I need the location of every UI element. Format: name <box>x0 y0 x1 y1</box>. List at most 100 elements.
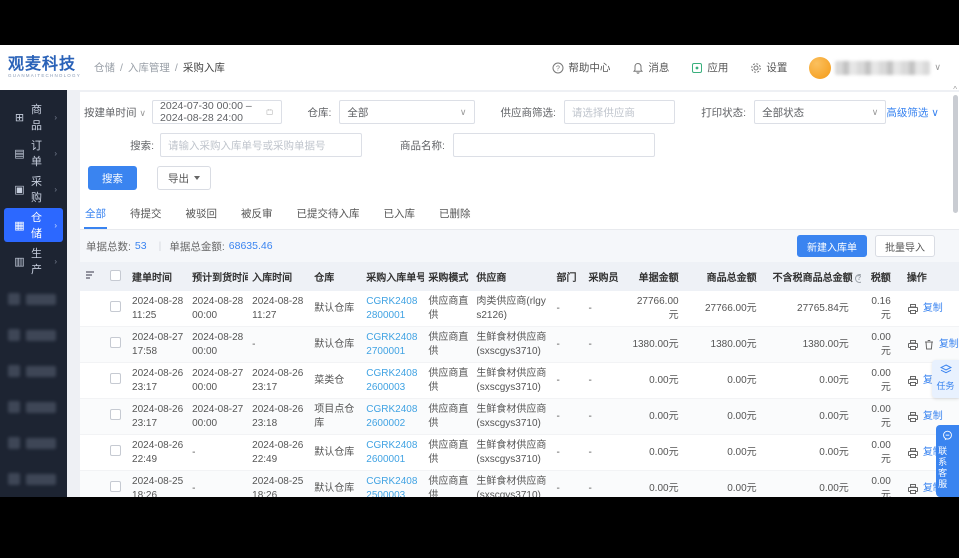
cell-建单时间: 2024-08-28 11:25 <box>128 291 188 327</box>
cell-税额: 0.00元 <box>861 327 903 363</box>
copy-link[interactable]: 复制 <box>923 410 943 424</box>
print-status-select[interactable]: 全部状态∨ <box>754 100 886 124</box>
table-row: 2024-08-27 17:582024-08-28 00:00-默认仓库CGR… <box>80 327 959 363</box>
breadcrumb-inbound-mgmt[interactable]: 入库管理 <box>128 60 170 75</box>
customer-service-label: 联系客服 <box>936 446 948 490</box>
breadcrumb-warehouse[interactable]: 仓储 <box>94 60 115 75</box>
chevron-down-icon: ∨ <box>934 62 941 73</box>
product-name-input[interactable] <box>453 133 655 157</box>
avatar <box>809 57 831 79</box>
help-center-button[interactable]: ? 帮助中心 <box>552 60 610 75</box>
product-name-label: 商品名称: <box>400 138 445 153</box>
print-icon[interactable] <box>907 303 919 315</box>
row-checkbox[interactable] <box>110 373 121 384</box>
sidebar-item-redacted[interactable] <box>8 356 59 386</box>
search-button[interactable]: 搜索 <box>88 166 137 190</box>
copy-link[interactable]: 复制 <box>939 338 959 352</box>
sidebar-item-redacted[interactable] <box>8 428 59 458</box>
row-checkbox[interactable] <box>110 445 121 456</box>
cell-仓库: 项目点仓库 <box>310 399 362 435</box>
cell-仓库: 默认仓库 <box>310 327 362 363</box>
customer-service-fab[interactable]: 联系客服 <box>936 425 959 497</box>
tab-已提交待入库[interactable]: 已提交待入库 <box>296 202 361 229</box>
new-inbound-button[interactable]: 新建入库单 <box>797 235 867 257</box>
chevron-down-icon: ∨ <box>872 107 879 118</box>
sidebar-item-仓储[interactable]: ▦仓储› <box>4 208 63 242</box>
order-number-link[interactable]: CGRK24082700001 <box>362 327 424 363</box>
apps-button[interactable]: 应用 <box>691 60 728 75</box>
cell-采购模式: 供应商直供 <box>424 291 472 327</box>
order-number-link[interactable]: CGRK24082600003 <box>362 363 424 399</box>
col-header-单据金额: 单据金额 <box>627 262 691 291</box>
select-all-checkbox[interactable] <box>110 270 121 281</box>
order-number-link[interactable]: CGRK24082800001 <box>362 291 424 327</box>
cell-预计到货时间: 2024-08-27 00:00 <box>188 363 248 399</box>
breadcrumb-purchase-inbound: 采购入库 <box>183 60 225 75</box>
cell-部门: - <box>552 399 584 435</box>
print-icon[interactable] <box>907 339 919 351</box>
sidebar-item-订单[interactable]: ▤订单› <box>4 136 63 170</box>
row-checkbox[interactable] <box>110 301 121 312</box>
sidebar-item-redacted[interactable] <box>8 320 59 350</box>
cell-供应商: 生鲜食材供应商(sxscgys3710) <box>472 399 552 435</box>
chevron-right-icon: › <box>54 185 57 194</box>
print-status-label: 打印状态: <box>701 105 746 120</box>
row-checkbox[interactable] <box>110 481 121 492</box>
sidebar-item-采购[interactable]: ▣采购› <box>4 172 63 206</box>
tab-被驳回[interactable]: 被驳回 <box>185 202 219 229</box>
column-settings-icon[interactable] <box>84 269 96 281</box>
breadcrumb: 仓储/ 入库管理/ 采购入库 <box>94 60 225 75</box>
search-input[interactable]: 请输入采购入库单号或采购单据号 <box>160 133 362 157</box>
tab-被反审[interactable]: 被反审 <box>240 202 274 229</box>
warehouse-select[interactable]: 全部∨ <box>339 100 474 124</box>
batch-import-button[interactable]: 批量导入 <box>875 235 935 257</box>
print-icon[interactable] <box>907 447 919 459</box>
status-tabs: 全部待提交被驳回被反审已提交待入库已入库已删除 <box>80 196 959 230</box>
header-actions: ? 帮助中心 消息 应用 设置 ∨ <box>552 57 959 79</box>
cell-部门: - <box>552 291 584 327</box>
tab-已删除[interactable]: 已删除 <box>438 202 472 229</box>
col-header-建单时间: 建单时间 <box>128 262 188 291</box>
user-menu[interactable]: ∨ <box>809 57 941 79</box>
cell-供应商: 生鲜食材供应商(sxscgys3710) <box>472 327 552 363</box>
calendar-icon <box>266 106 273 118</box>
messages-button[interactable]: 消息 <box>632 60 669 75</box>
cell-商品总金额: 0.00元 <box>691 471 769 498</box>
cell-税额: 0.16元 <box>861 291 903 327</box>
info-icon[interactable]: ? <box>855 274 861 283</box>
sidebar-item-生产[interactable]: ▥生产› <box>4 244 63 278</box>
tab-待提交[interactable]: 待提交 <box>129 202 163 229</box>
order-number-link[interactable]: CGRK24082600001 <box>362 435 424 471</box>
sidebar-item-redacted[interactable] <box>8 392 59 422</box>
print-icon[interactable] <box>907 375 919 387</box>
cell-采购员: - <box>584 327 626 363</box>
copy-link[interactable]: 复制 <box>923 302 943 316</box>
sidebar-item-redacted[interactable] <box>8 464 59 494</box>
cell-入库时间: 2024-08-25 18:26 <box>248 471 310 498</box>
print-icon[interactable] <box>907 483 919 495</box>
date-range-input[interactable]: 2024-07-30 00:00 – 2024-08-28 24:00 <box>152 100 281 124</box>
scroll-up-caret[interactable]: ^ <box>953 85 957 94</box>
settings-button[interactable]: 设置 <box>750 60 787 75</box>
task-fab[interactable]: 任务 <box>932 360 959 398</box>
sidebar-item-redacted[interactable] <box>8 284 59 314</box>
supplier-filter-input[interactable]: 请选择供应商 <box>564 100 675 124</box>
summary-bar: 单据总数: 53 | 单据总金额: 68635.46 新建入库单 批量导入 <box>80 230 959 262</box>
vertical-scrollbar[interactable] <box>953 95 958 213</box>
col-header-部门: 部门 <box>552 262 584 291</box>
cell-供应商: 生鲜食材供应商(sxscgys3710) <box>472 435 552 471</box>
export-button[interactable]: 导出 <box>157 166 211 190</box>
warehouse-label: 仓库: <box>308 105 332 120</box>
print-icon[interactable] <box>907 411 919 423</box>
cell-供应商: 肉类供应商(rlgys2126) <box>472 291 552 327</box>
tab-全部[interactable]: 全部 <box>84 202 107 229</box>
row-checkbox[interactable] <box>110 409 121 420</box>
tab-已入库[interactable]: 已入库 <box>383 202 417 229</box>
row-checkbox[interactable] <box>110 337 121 348</box>
sidebar-item-商品[interactable]: ⊞商品› <box>4 100 63 134</box>
delete-icon[interactable] <box>923 339 935 351</box>
order-number-link[interactable]: CGRK24082500003 <box>362 471 424 498</box>
order-number-link[interactable]: CGRK24082600002 <box>362 399 424 435</box>
advanced-filter-link[interactable]: 高级筛选 ∨ <box>886 105 949 120</box>
date-type-select[interactable]: 按建单时间 ∨ <box>84 105 152 120</box>
